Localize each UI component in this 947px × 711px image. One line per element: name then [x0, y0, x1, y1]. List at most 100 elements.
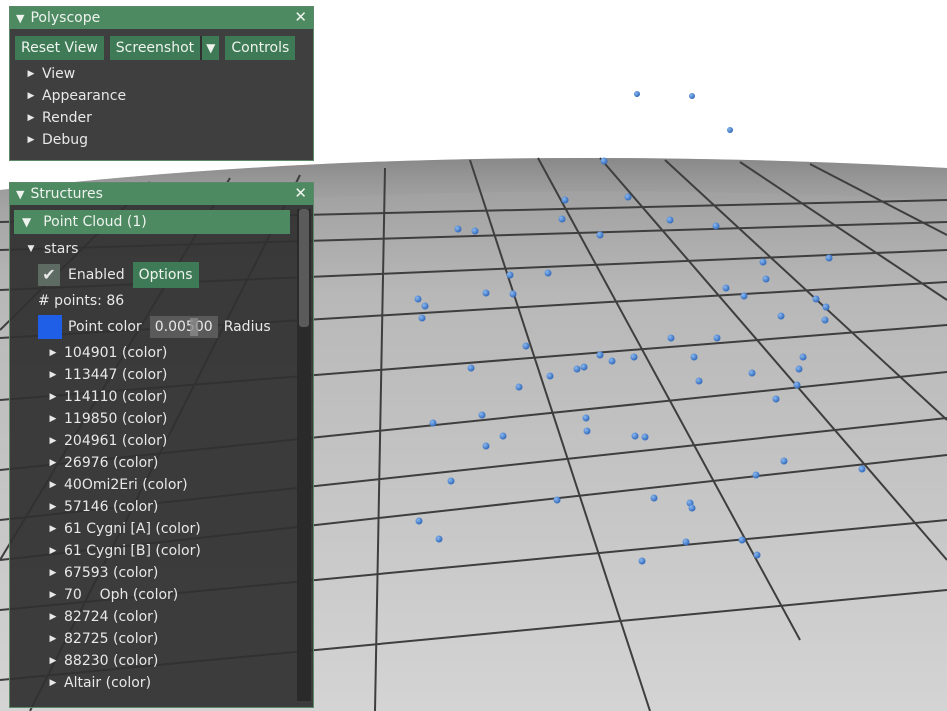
star-point[interactable]: [748, 369, 756, 377]
star-point[interactable]: [777, 312, 785, 320]
star-point[interactable]: [793, 381, 801, 389]
star-point[interactable]: [825, 254, 833, 262]
star-point[interactable]: [553, 496, 561, 504]
quantity-item[interactable]: ▶ 113447 (color): [46, 364, 313, 386]
star-point[interactable]: [759, 258, 767, 266]
star-point[interactable]: [666, 216, 674, 224]
star-point[interactable]: [482, 289, 490, 297]
quantity-item[interactable]: ▶ Altair (color): [46, 672, 313, 694]
star-point[interactable]: [690, 353, 698, 361]
star-point[interactable]: [752, 471, 760, 479]
star-point[interactable]: [772, 395, 780, 403]
star-point[interactable]: [695, 377, 703, 385]
star-point[interactable]: [713, 334, 721, 342]
star-point[interactable]: [421, 302, 429, 310]
star-point[interactable]: [558, 215, 566, 223]
star-point[interactable]: [515, 383, 523, 391]
star-point[interactable]: [506, 271, 514, 279]
star-point[interactable]: [712, 222, 720, 230]
menu-appearance[interactable]: ▶ Appearance: [24, 85, 313, 107]
polyscope-titlebar[interactable]: ▼ Polyscope ✕: [10, 7, 313, 29]
collapse-triangle-icon[interactable]: ▼: [16, 188, 24, 201]
star-point[interactable]: [467, 364, 475, 372]
star-point[interactable]: [482, 442, 490, 450]
star-point[interactable]: [429, 419, 437, 427]
star-point[interactable]: [596, 231, 604, 239]
quantity-item[interactable]: ▶ 204961 (color): [46, 430, 313, 452]
star-point[interactable]: [478, 411, 486, 419]
quantity-item[interactable]: ▶ 82724 (color): [46, 606, 313, 628]
star-point[interactable]: [812, 295, 820, 303]
close-icon[interactable]: ✕: [294, 184, 307, 202]
star-point[interactable]: [415, 517, 423, 525]
menu-render[interactable]: ▶ Render: [24, 107, 313, 129]
star-point[interactable]: [454, 225, 462, 233]
quantity-item[interactable]: ▶ 26976 (color): [46, 452, 313, 474]
star-point[interactable]: [447, 477, 455, 485]
star-point[interactable]: [499, 432, 507, 440]
star-point[interactable]: [544, 269, 552, 277]
star-point[interactable]: [667, 334, 675, 342]
star-point[interactable]: [762, 275, 770, 283]
star-point[interactable]: [780, 457, 788, 465]
star-point[interactable]: [634, 91, 640, 97]
star-point[interactable]: [799, 353, 807, 361]
star-point[interactable]: [582, 414, 590, 422]
scrollbar-thumb[interactable]: [299, 209, 309, 327]
star-point[interactable]: [722, 284, 730, 292]
quantity-item[interactable]: ▶ 61 Cygni [A] (color): [46, 518, 313, 540]
star-point[interactable]: [596, 351, 604, 359]
point-color-swatch[interactable]: [38, 315, 62, 339]
quantity-item[interactable]: ▶ 70 Oph (color): [46, 584, 313, 606]
star-point[interactable]: [650, 494, 658, 502]
point-cloud-group-header[interactable]: ▼ Point Cloud (1): [14, 210, 290, 234]
star-point[interactable]: [689, 93, 695, 99]
star-point[interactable]: [624, 193, 632, 201]
star-point[interactable]: [822, 303, 830, 311]
star-point[interactable]: [418, 314, 426, 322]
star-point[interactable]: [630, 353, 638, 361]
star-point[interactable]: [638, 557, 646, 565]
quantity-item[interactable]: ▶ 88230 (color): [46, 650, 313, 672]
star-point[interactable]: [471, 227, 479, 235]
star-point[interactable]: [522, 342, 530, 350]
quantity-item[interactable]: ▶ 104901 (color): [46, 342, 313, 364]
quantity-item[interactable]: ▶ 67593 (color): [46, 562, 313, 584]
star-point[interactable]: [509, 290, 517, 298]
slider-grab[interactable]: [189, 318, 198, 336]
quantity-item[interactable]: ▶ 40Omi2Eri (color): [46, 474, 313, 496]
screenshot-button[interactable]: Screenshot: [109, 36, 201, 60]
enabled-checkbox[interactable]: ✔: [38, 264, 60, 286]
controls-button[interactable]: Controls: [225, 36, 296, 60]
star-point[interactable]: [608, 357, 616, 365]
collapse-triangle-icon[interactable]: ▼: [16, 12, 24, 25]
star-point[interactable]: [753, 551, 761, 559]
star-point[interactable]: [738, 536, 746, 544]
star-point[interactable]: [414, 295, 422, 303]
star-point[interactable]: [561, 196, 569, 204]
star-point[interactable]: [600, 157, 608, 165]
cloud-stars-node[interactable]: ▼ stars: [24, 238, 313, 260]
star-point[interactable]: [546, 372, 554, 380]
quantity-item[interactable]: ▶ 114110 (color): [46, 386, 313, 408]
quantity-item[interactable]: ▶ 82725 (color): [46, 628, 313, 650]
quantity-item[interactable]: ▶ 61 Cygni [B] (color): [46, 540, 313, 562]
star-point[interactable]: [727, 127, 733, 133]
star-point[interactable]: [641, 433, 649, 441]
star-point[interactable]: [740, 292, 748, 300]
star-point[interactable]: [583, 427, 591, 435]
menu-view[interactable]: ▶ View: [24, 63, 313, 85]
star-point[interactable]: [580, 363, 588, 371]
reset-view-button[interactable]: Reset View: [15, 36, 104, 60]
quantity-item[interactable]: ▶ 57146 (color): [46, 496, 313, 518]
star-point[interactable]: [682, 538, 690, 546]
star-point[interactable]: [688, 504, 696, 512]
star-point[interactable]: [821, 316, 829, 324]
options-button[interactable]: Options: [132, 262, 199, 288]
star-point[interactable]: [573, 365, 581, 373]
star-point[interactable]: [858, 465, 866, 473]
scrollbar[interactable]: [297, 209, 311, 701]
close-icon[interactable]: ✕: [294, 8, 307, 26]
screenshot-options-dropdown[interactable]: ▼: [200, 36, 220, 60]
star-point[interactable]: [795, 365, 803, 373]
